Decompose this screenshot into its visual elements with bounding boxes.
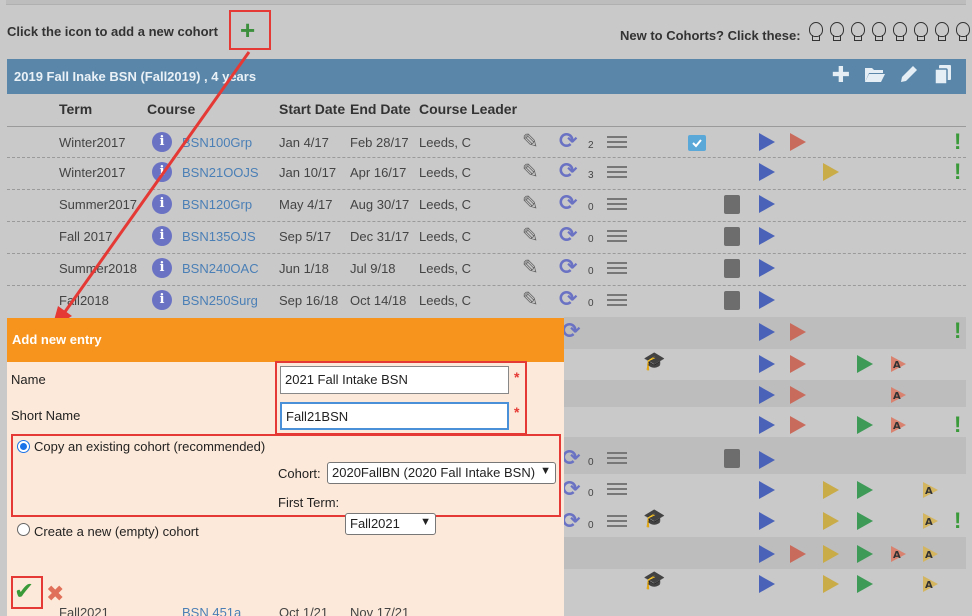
first-term-label: First Term: [278,495,340,510]
cohort-select[interactable]: 2020FallBN (2020 Fall Intake BSN) ▼ [327,462,556,484]
bottom-row-term: Fall2021 [59,605,109,616]
new-cohort-radio[interactable] [17,523,30,536]
copy-cohort-label: Copy an existing cohort (recommended) [34,439,266,454]
name-field[interactable]: 2021 Fall Intake BSN [280,366,509,394]
bottom-row-course[interactable]: BSN 451a [182,605,241,616]
check-icon[interactable]: ✔ [14,580,34,604]
short-name-field[interactable]: Fall21BSN [280,402,509,430]
bottom-row-start: Oct 1/21 [279,605,329,616]
cohort-select-label: Cohort: [278,466,321,481]
chevron-down-icon: ▼ [540,465,551,477]
name-label: Name [11,372,46,387]
dialog-title: Add new entry [12,332,102,347]
bottom-row-end: Nov 17/21 [350,605,410,616]
new-cohort-label: Create a new (empty) cohort [34,524,199,539]
required-marker: * [514,404,520,420]
short-name-label: Short Name [11,408,81,423]
chevron-down-icon: ▼ [420,516,431,528]
required-marker: * [514,369,520,385]
first-term-select[interactable]: Fall2021 ▼ [345,513,436,535]
first-term-value: Fall2021 [350,516,400,531]
cancel-icon[interactable]: ✖ [46,583,64,605]
copy-cohort-radio[interactable] [17,440,30,453]
cohort-select-value: 2020FallBN (2020 Fall Intake BSN) [332,465,536,480]
